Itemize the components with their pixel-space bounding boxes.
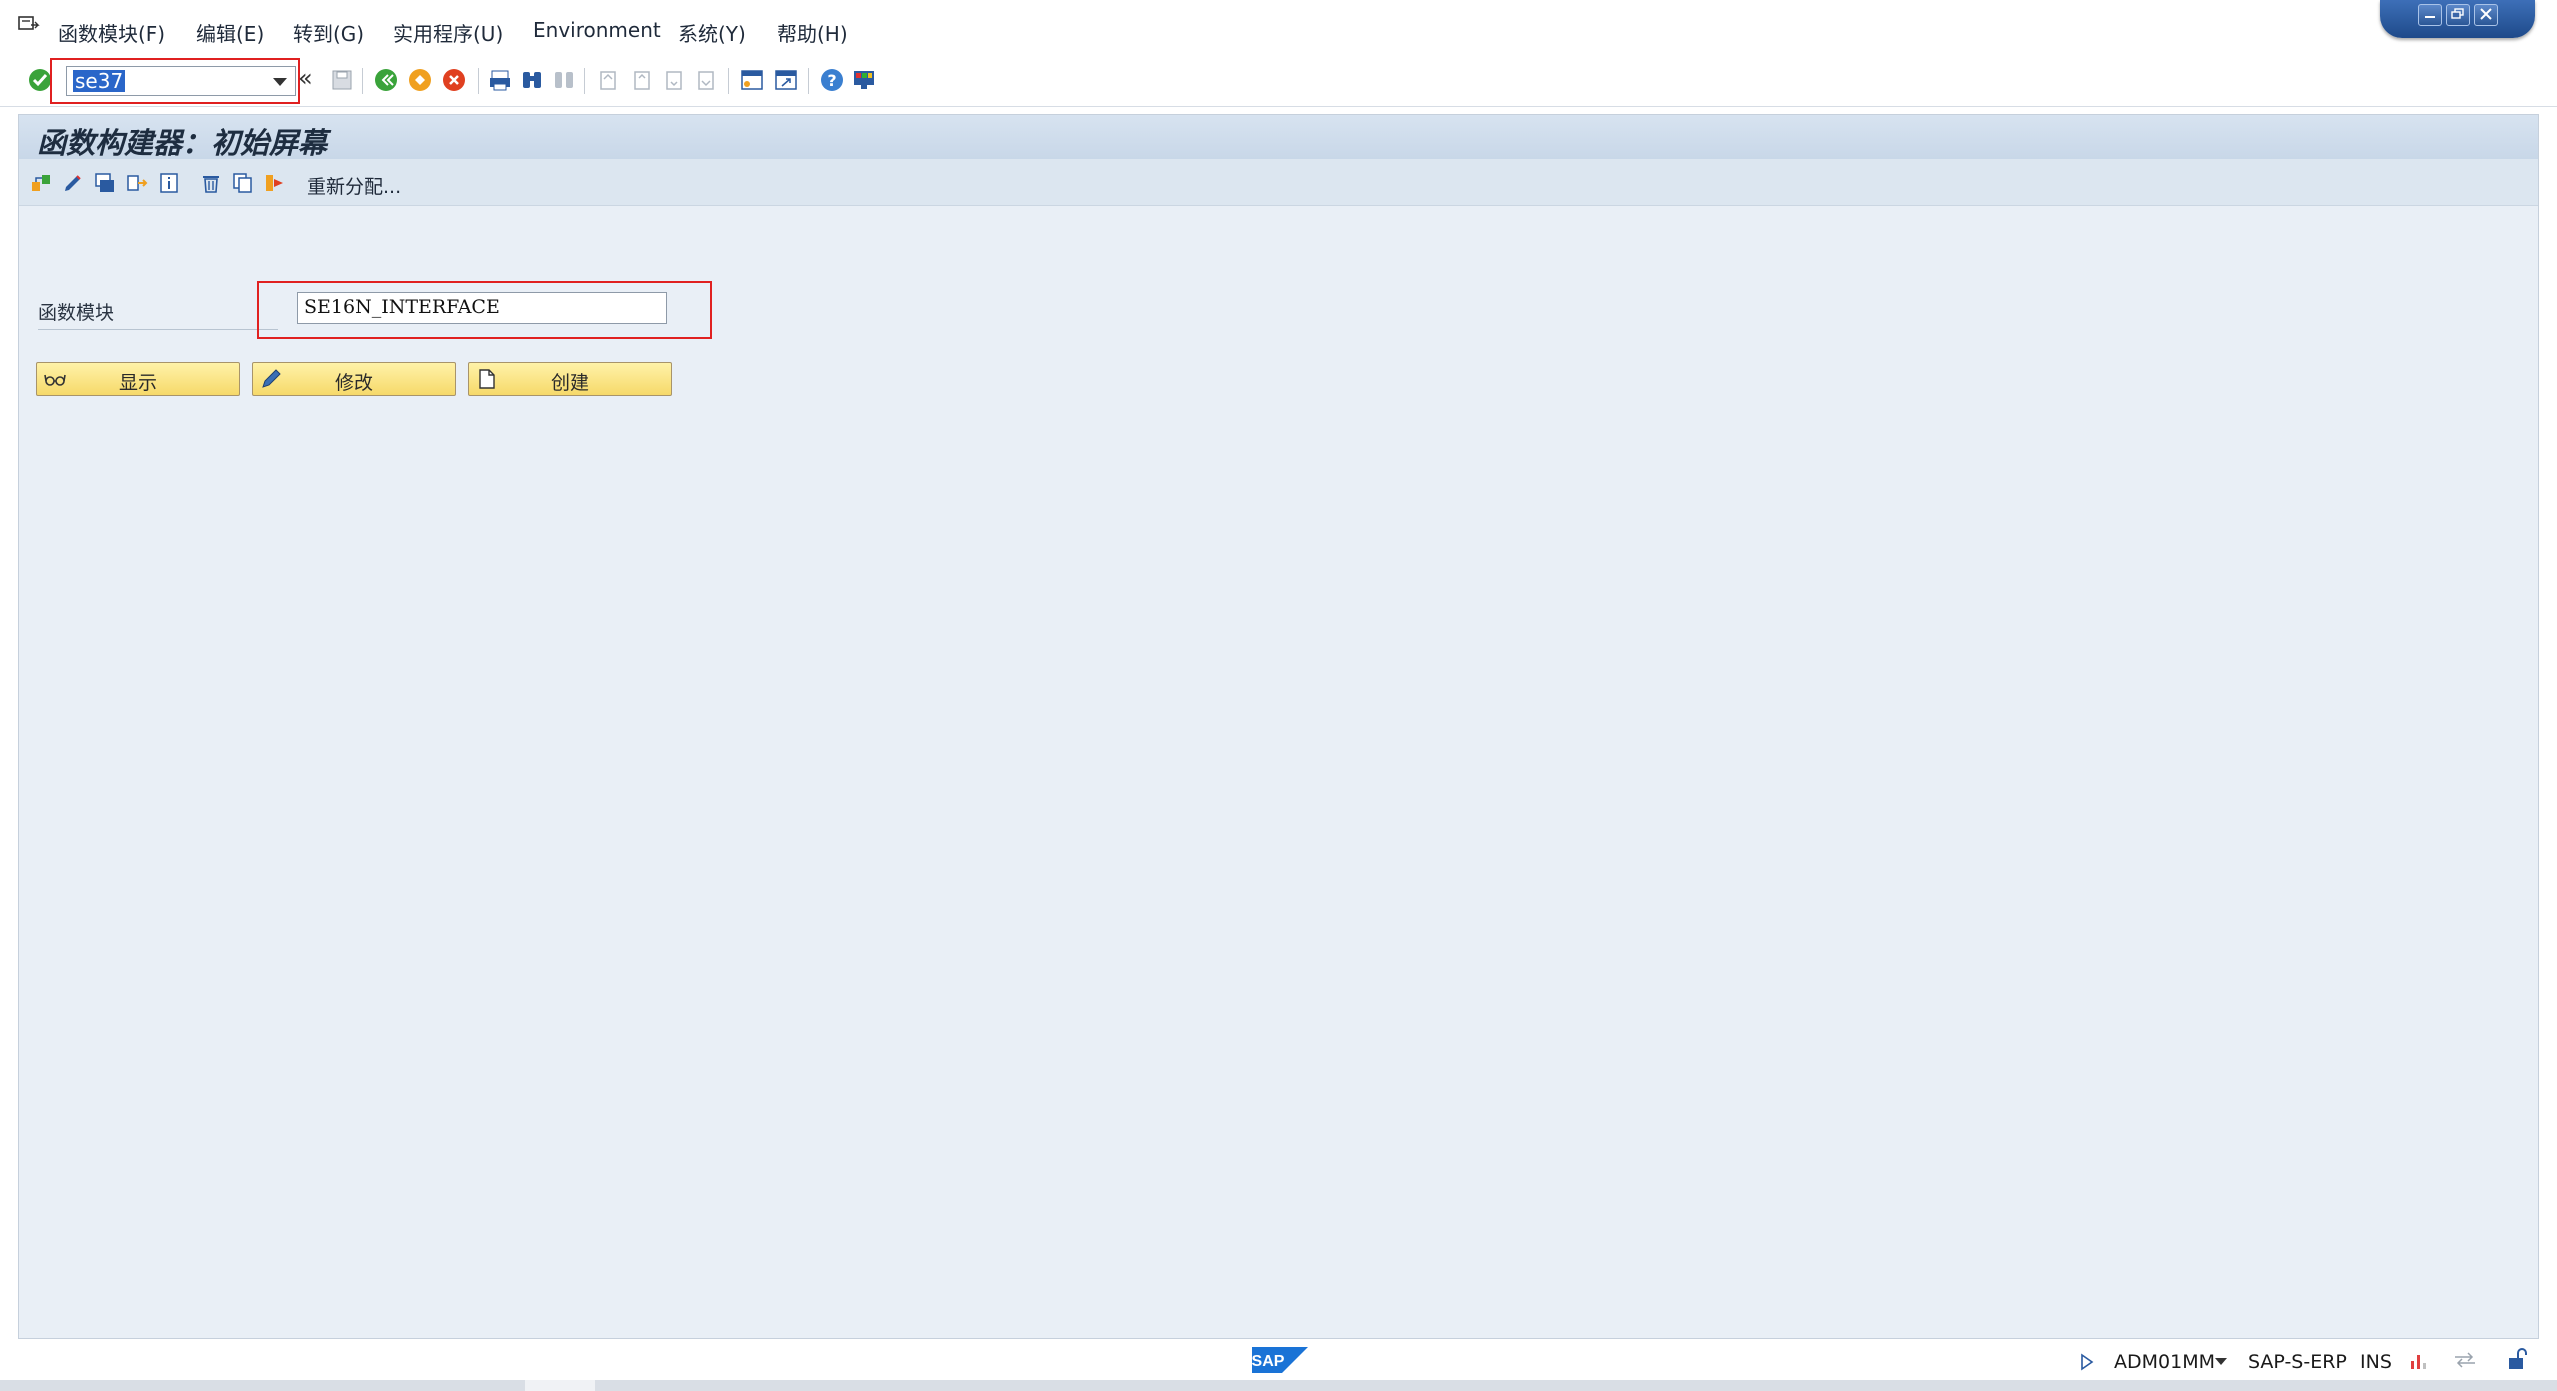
last-page-icon[interactable] bbox=[692, 66, 720, 94]
toolbar-separator bbox=[808, 68, 809, 94]
function-module-label: 函数模块 bbox=[38, 298, 278, 330]
bottom-scroll-strip bbox=[0, 1380, 2557, 1391]
create-button[interactable]: 创建 bbox=[468, 362, 672, 396]
play-icon[interactable] bbox=[2080, 1353, 2094, 1371]
previous-page-icon[interactable] bbox=[628, 66, 656, 94]
function-module-input[interactable]: SE16N_INTERFACE bbox=[297, 292, 667, 324]
lock-icon[interactable] bbox=[2506, 1347, 2528, 1371]
find-icon[interactable] bbox=[518, 66, 546, 94]
change-button-label: 修改 bbox=[334, 372, 373, 394]
display-button[interactable]: 显示 bbox=[36, 362, 240, 396]
next-page-icon[interactable] bbox=[660, 66, 688, 94]
menu-bar: 函数模块(F) 编辑(E) 转到(G) 实用程序(U) Environment … bbox=[0, 0, 2557, 59]
menu-edit[interactable]: 编辑(E) bbox=[196, 18, 264, 47]
test-icon[interactable] bbox=[125, 171, 149, 195]
svg-text:SAP: SAP bbox=[1252, 1353, 1285, 1370]
reassign-button[interactable]: 重新分配... bbox=[307, 172, 401, 199]
menu-system[interactable]: 系统(Y) bbox=[678, 18, 746, 47]
standard-toolbar: se37 « ? bbox=[0, 58, 2557, 107]
change-button[interactable]: 修改 bbox=[252, 362, 456, 396]
exit-icon[interactable] bbox=[406, 66, 434, 94]
title-bar: 函数构建器：初始屏幕 bbox=[19, 115, 2538, 160]
customize-layout-icon[interactable] bbox=[850, 66, 878, 94]
collapse-command-icon[interactable]: « bbox=[298, 64, 313, 92]
cancel-icon[interactable] bbox=[440, 66, 468, 94]
display-change-icon[interactable] bbox=[61, 171, 85, 195]
status-user[interactable]: ADM01MM bbox=[2114, 1351, 2215, 1373]
application-toolbar: 重新分配... bbox=[19, 159, 2538, 206]
toolbar-separator bbox=[728, 68, 729, 94]
menu-goto[interactable]: 转到(G) bbox=[293, 18, 364, 47]
scroll-thumb[interactable] bbox=[525, 1380, 595, 1391]
create-button-label: 创建 bbox=[550, 372, 589, 394]
back-icon[interactable] bbox=[372, 66, 400, 94]
find-next-icon[interactable] bbox=[550, 66, 578, 94]
first-page-icon[interactable] bbox=[594, 66, 622, 94]
display-button-label: 显示 bbox=[118, 372, 157, 394]
toolbar-separator bbox=[584, 68, 585, 94]
print-icon[interactable] bbox=[486, 66, 514, 94]
menu-environment[interactable]: Environment bbox=[533, 18, 661, 42]
command-field[interactable]: se37 bbox=[66, 66, 296, 96]
delete-icon[interactable] bbox=[199, 171, 223, 195]
copy-icon[interactable] bbox=[231, 171, 255, 195]
response-time-icon bbox=[2411, 1355, 2426, 1369]
svg-text:?: ? bbox=[827, 71, 836, 90]
command-field-highlight: se37 bbox=[50, 58, 300, 104]
save-icon[interactable] bbox=[328, 66, 356, 94]
menu-utilities[interactable]: 实用程序(U) bbox=[393, 18, 503, 47]
status-system: SAP-S-ERP bbox=[2248, 1351, 2347, 1373]
menu-help[interactable]: 帮助(H) bbox=[777, 18, 848, 47]
command-field-value[interactable]: se37 bbox=[73, 70, 126, 92]
connection-icon bbox=[2455, 1352, 2475, 1368]
toolbar-separator bbox=[362, 68, 363, 94]
main-screen: 函数构建器：初始屏幕 重新分配... 函数模块 SE16N_INTERFACE … bbox=[18, 114, 2539, 1339]
chevron-down-icon[interactable] bbox=[273, 78, 287, 86]
sap-logo: SAP bbox=[1252, 1347, 1308, 1373]
close-button[interactable] bbox=[2474, 4, 2498, 26]
window-controls bbox=[2380, 0, 2535, 38]
where-used-icon[interactable] bbox=[93, 171, 117, 195]
help-icon[interactable]: ? bbox=[818, 66, 846, 94]
minimize-button[interactable] bbox=[2418, 4, 2442, 26]
user-dropdown-icon[interactable] bbox=[2215, 1358, 2227, 1365]
page-title: 函数构建器：初始屏幕 bbox=[37, 126, 328, 160]
restore-button[interactable] bbox=[2446, 4, 2470, 26]
shortcut-icon[interactable] bbox=[772, 66, 800, 94]
new-session-icon[interactable] bbox=[738, 66, 766, 94]
menu-function-module[interactable]: 函数模块(F) bbox=[58, 18, 165, 47]
other-object-icon[interactable] bbox=[29, 171, 53, 195]
toolbar-separator bbox=[478, 68, 479, 94]
status-mode: INS bbox=[2360, 1351, 2392, 1373]
rename-icon[interactable] bbox=[263, 171, 287, 195]
menu-window-icon[interactable] bbox=[18, 16, 40, 34]
info-icon[interactable] bbox=[157, 171, 181, 195]
